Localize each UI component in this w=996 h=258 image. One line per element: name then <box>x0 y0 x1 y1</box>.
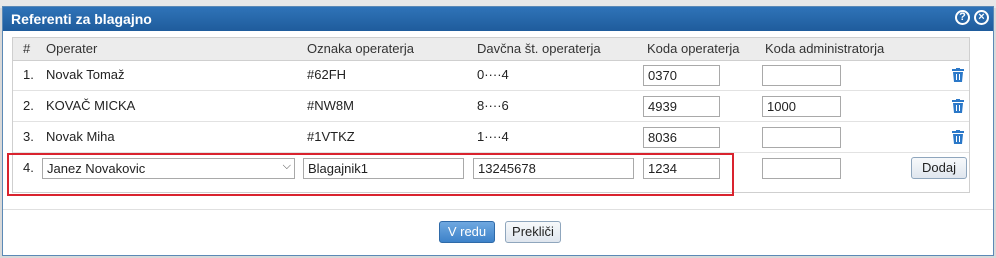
operator-code-input[interactable]: 1234 <box>643 158 720 179</box>
operator-tax-input[interactable]: 13245678 <box>473 158 634 179</box>
operator-tax-number: 0····4 <box>477 67 509 82</box>
table-row: 2. KOVAČ MICKA #NW8M 8····6 4939 1000 <box>13 91 969 122</box>
admin-code-input[interactable] <box>762 158 841 179</box>
footer-divider <box>3 209 993 210</box>
cancel-button[interactable]: Prekliči <box>505 221 561 243</box>
col-header-number: # <box>23 41 31 56</box>
operator-code-input[interactable]: 0370 <box>643 65 720 86</box>
operator-name: KOVAČ MICKA <box>46 98 136 113</box>
operator-tax-number: 1····4 <box>477 129 509 144</box>
operator-code-input[interactable]: 8036 <box>643 127 720 148</box>
add-button[interactable]: Dodaj <box>911 157 967 179</box>
table-header: # Operater Oznaka operaterja Davčna št. … <box>13 38 969 61</box>
operator-label: #NW8M <box>307 98 354 113</box>
close-icon[interactable]: × <box>974 10 989 25</box>
trash-icon[interactable] <box>952 68 964 82</box>
new-operator-row: 4. Janez Novakovic ⌵ Blagajnik1 13245678… <box>13 153 969 183</box>
row-number: 4. <box>23 160 34 175</box>
dialog-title: Referenti za blagajno <box>11 11 152 27</box>
admin-code-input[interactable] <box>762 127 841 148</box>
admin-code-input[interactable] <box>762 65 841 86</box>
operator-tax-number: 8····6 <box>477 98 509 113</box>
col-header-operator[interactable]: Operater <box>46 41 97 56</box>
operators-table: # Operater Oznaka operaterja Davčna št. … <box>12 37 970 193</box>
row-number: 2. <box>23 98 34 113</box>
table-row: 3. Novak Miha #1VTKZ 1····4 8036 <box>13 122 969 153</box>
col-header-admin[interactable]: Koda administratorja <box>765 41 884 56</box>
operator-name: Novak Tomaž <box>46 67 125 82</box>
dialog-titlebar: Referenti za blagajno ? × <box>3 7 993 31</box>
operator-label-input[interactable]: Blagajnik1 <box>303 158 464 179</box>
ok-button[interactable]: V redu <box>439 221 495 243</box>
referenti-dialog: Referenti za blagajno ? × # Operater Ozn… <box>2 6 994 256</box>
help-icon[interactable]: ? <box>955 10 970 25</box>
operator-code-input[interactable]: 4939 <box>643 96 720 117</box>
trash-icon[interactable] <box>952 130 964 144</box>
operator-label: #62FH <box>307 67 347 82</box>
col-header-code[interactable]: Koda operaterja <box>647 41 740 56</box>
operator-select[interactable]: Janez Novakovic ⌵ <box>42 158 295 179</box>
operator-select-value: Janez Novakovic <box>47 161 146 176</box>
admin-code-input[interactable]: 1000 <box>762 96 841 117</box>
table-row: 1. Novak Tomaž #62FH 0····4 0370 <box>13 60 969 91</box>
col-header-tax[interactable]: Davčna št. operaterja <box>477 41 601 56</box>
col-header-label[interactable]: Oznaka operaterja <box>307 41 414 56</box>
operator-name: Novak Miha <box>46 129 115 144</box>
row-number: 3. <box>23 129 34 144</box>
trash-icon[interactable] <box>952 99 964 113</box>
operator-label: #1VTKZ <box>307 129 355 144</box>
chevron-down-icon[interactable]: ⌵ <box>283 160 291 173</box>
row-number: 1. <box>23 67 34 82</box>
